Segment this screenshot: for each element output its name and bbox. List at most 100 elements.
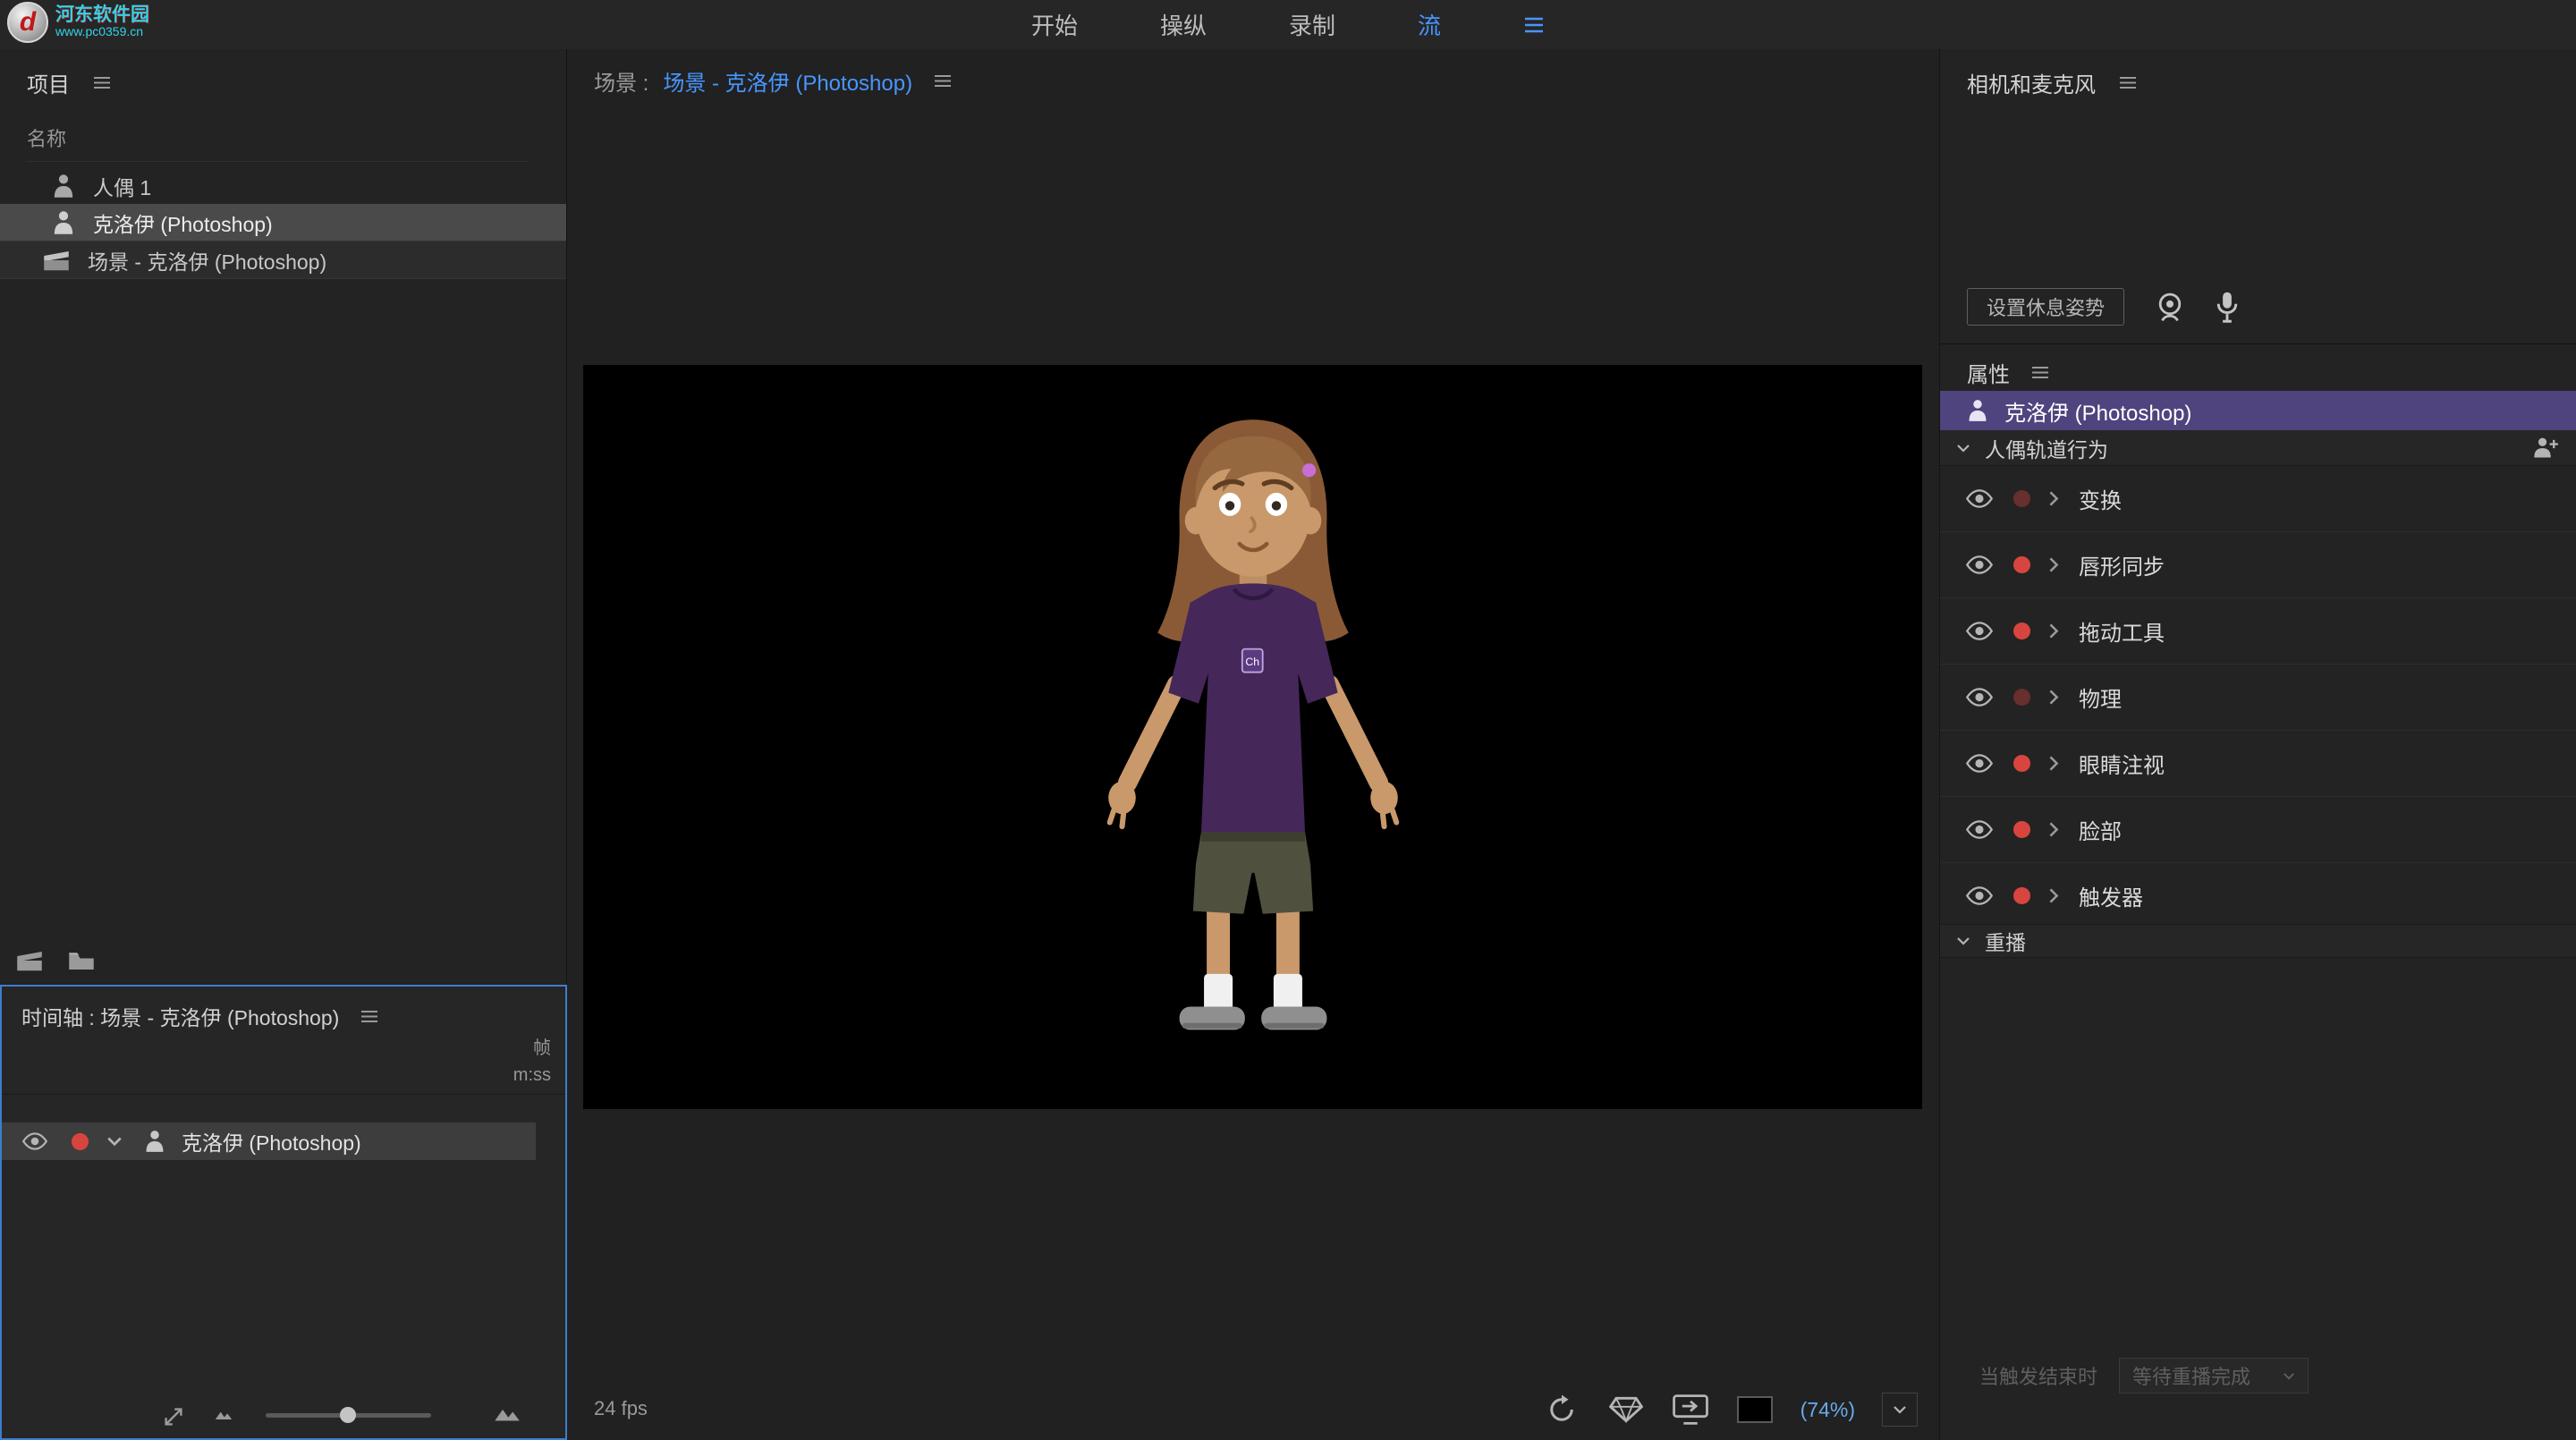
visibility-eye-icon[interactable] <box>1965 886 1994 905</box>
chevron-down-icon[interactable] <box>106 1136 123 1147</box>
project-item-label: 场景 - 克洛伊 (Photoshop) <box>88 245 326 275</box>
tab-start[interactable]: 开始 <box>1031 8 1078 41</box>
arm-record-dot[interactable] <box>2013 755 2030 772</box>
behavior-row-triggers[interactable]: 触发器 <box>1940 863 2576 929</box>
behavior-label: 脸部 <box>2079 814 2122 845</box>
new-scene-icon[interactable] <box>16 949 43 972</box>
top-workspace-bar: d 河东软件园 www.pc0359.cn 开始 操纵 录制 流 <box>0 0 2576 50</box>
visibility-eye-icon[interactable] <box>21 1132 48 1150</box>
puppet-sock-right <box>1274 974 1302 1011</box>
scene-title-link[interactable]: 场景 - 克洛伊 (Photoshop) <box>663 65 912 97</box>
puppet-shirt-badge-text: Ch <box>1245 656 1259 668</box>
behavior-label: 拖动工具 <box>2079 615 2165 647</box>
puppet-arm-right <box>1329 684 1378 783</box>
behavior-row-dragger[interactable]: 拖动工具 <box>1940 598 2576 665</box>
zoom-dropdown-chevron-icon[interactable] <box>1882 1393 1918 1427</box>
arm-record-dot[interactable] <box>2013 623 2030 640</box>
zoom-in-icon[interactable] <box>494 1406 521 1422</box>
behavior-row-physics[interactable]: 物理 <box>1940 665 2576 731</box>
visibility-eye-icon[interactable] <box>1965 622 1994 640</box>
camera-panel-title: 相机和麦克风 <box>1967 67 2096 98</box>
puppet-arm-left <box>1128 684 1177 783</box>
visibility-eye-icon[interactable] <box>1965 555 1994 574</box>
puppet-pupil-right <box>1272 501 1281 510</box>
tab-record[interactable]: 录制 <box>1289 8 1335 41</box>
zoom-out-icon[interactable] <box>215 1410 233 1420</box>
puppet-shorts-waistband <box>1201 832 1305 842</box>
project-panel-menu-icon[interactable] <box>93 76 111 89</box>
chevron-right-icon[interactable] <box>2048 755 2059 772</box>
trigger-end-dropdown[interactable]: 等待重播完成 <box>2119 1358 2309 1393</box>
background-color-icon[interactable] <box>1736 1392 1774 1427</box>
timeline-zoom-slider[interactable] <box>266 1413 431 1418</box>
project-panel-title: 项目 <box>27 67 70 98</box>
arm-record-dot[interactable] <box>2013 556 2030 573</box>
chevron-right-icon[interactable] <box>2048 490 2059 507</box>
behaviors-section-header[interactable]: 人偶轨道行为 <box>1940 430 2576 466</box>
puppet-shirt <box>1168 583 1337 832</box>
chevron-down-icon[interactable] <box>1956 444 1970 453</box>
timeline-panel-menu-icon[interactable] <box>360 1010 378 1023</box>
timeline-track-label: 克洛伊 (Photoshop) <box>182 1126 361 1156</box>
properties-panel-title: 属性 <box>1967 357 2010 388</box>
diamond-icon[interactable] <box>1607 1392 1645 1427</box>
puppet-chloe[interactable]: Ch <box>1048 406 1458 1034</box>
project-item-scene-chloe[interactable]: 场景 - 克洛伊 (Photoshop) <box>0 241 566 279</box>
fit-timeline-icon[interactable] <box>163 1406 184 1427</box>
tab-stream[interactable]: 流 <box>1418 8 1441 41</box>
arm-record-dot[interactable] <box>2013 821 2030 838</box>
project-name-column-header[interactable]: 名称 <box>27 123 528 162</box>
camera-icon[interactable] <box>2155 292 2185 322</box>
scene-canvas[interactable]: Ch <box>583 365 1922 1109</box>
scene-title-prefix: 场景 : <box>594 65 648 97</box>
visibility-eye-icon[interactable] <box>1965 489 1994 508</box>
add-behavior-icon[interactable] <box>2532 436 2559 459</box>
properties-panel-menu-icon[interactable] <box>2031 366 2049 379</box>
arm-record-dot[interactable] <box>72 1133 89 1150</box>
replays-section-title: 重播 <box>1985 926 2026 956</box>
camera-panel-menu-icon[interactable] <box>2119 76 2137 89</box>
arm-record-dot[interactable] <box>2013 689 2030 706</box>
project-panel: 项目 名称 人偶 1 克洛伊 (Photoshop) <box>0 49 567 985</box>
chevron-right-icon[interactable] <box>2048 689 2059 706</box>
visibility-eye-icon[interactable] <box>1965 688 1994 707</box>
watermark-site-url: www.pc0359.cn <box>55 25 149 38</box>
puppet-hair-clip <box>1302 463 1316 477</box>
chevron-right-icon[interactable] <box>2048 821 2059 838</box>
chevron-right-icon[interactable] <box>2048 623 2059 640</box>
scene-panel-menu-icon[interactable] <box>934 74 952 88</box>
refresh-icon[interactable] <box>1543 1392 1580 1427</box>
project-item-puppet1[interactable]: 人偶 1 <box>0 167 566 204</box>
timeline-frames-unit: 帧 <box>513 1035 551 1062</box>
properties-panel: 属性 克洛伊 (Photoshop) 人偶轨道行为 <box>1939 344 2576 1440</box>
set-rest-pose-button[interactable]: 设置休息姿势 <box>1967 288 2124 326</box>
timeline-zoom-slider-knob[interactable] <box>340 1407 356 1423</box>
workspace-menu-icon[interactable] <box>1523 17 1545 33</box>
behavior-row-eyegaze[interactable]: 眼睛注视 <box>1940 731 2576 797</box>
microphone-icon[interactable] <box>2216 291 2239 323</box>
replays-section-header[interactable]: 重播 <box>1940 924 2576 958</box>
trigger-end-value: 等待重播完成 <box>2132 1361 2250 1390</box>
mirror-display-icon[interactable] <box>1672 1392 1709 1427</box>
new-folder-icon[interactable] <box>68 950 95 971</box>
zoom-level-label[interactable]: (74%) <box>1801 1398 1855 1422</box>
visibility-eye-icon[interactable] <box>1965 820 1994 839</box>
timeline-panel: 时间轴 : 场景 - 克洛伊 (Photoshop) 帧 m:ss 克洛伊 (P… <box>0 985 567 1440</box>
chevron-right-icon[interactable] <box>2048 887 2059 904</box>
puppet-leg-right <box>1276 906 1300 982</box>
chevron-right-icon[interactable] <box>2048 556 2059 573</box>
behavior-row-lipsync[interactable]: 唇形同步 <box>1940 532 2576 598</box>
chevron-down-icon[interactable] <box>1956 936 1970 945</box>
arm-record-dot[interactable] <box>2013 887 2030 904</box>
behavior-row-face[interactable]: 脸部 <box>1940 797 2576 863</box>
puppet-shoe-sole <box>1182 1023 1242 1029</box>
puppet-icon <box>52 210 75 235</box>
project-item-chloe[interactable]: 克洛伊 (Photoshop) <box>0 204 566 241</box>
selected-puppet-row[interactable]: 克洛伊 (Photoshop) <box>1940 391 2576 430</box>
visibility-eye-icon[interactable] <box>1965 754 1994 773</box>
puppet-icon <box>144 1130 165 1153</box>
tab-rig[interactable]: 操纵 <box>1160 8 1207 41</box>
timeline-track-chloe[interactable]: 克洛伊 (Photoshop) <box>2 1122 536 1160</box>
behavior-row-transform[interactable]: 变换 <box>1940 466 2576 532</box>
arm-record-dot[interactable] <box>2013 490 2030 507</box>
